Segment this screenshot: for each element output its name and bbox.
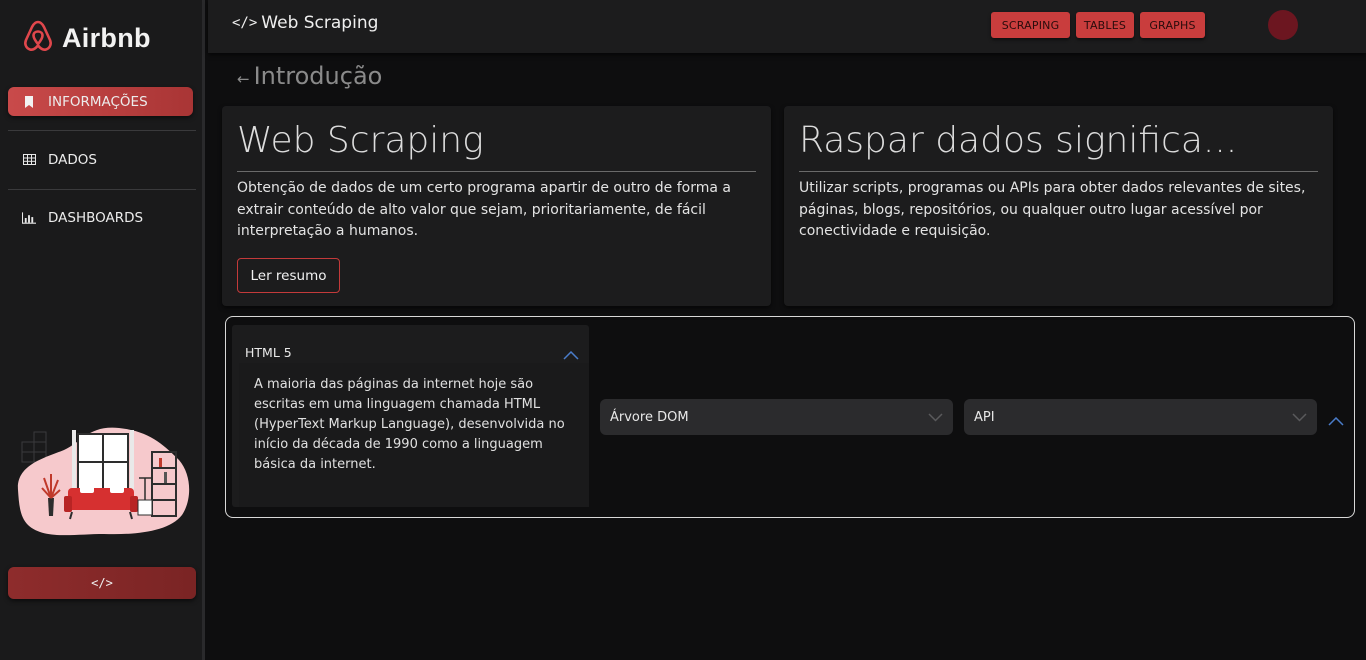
read-summary-button[interactable]: Ler resumo	[237, 258, 340, 293]
sidebar: Airbnb INFORMAÇÕES DADOS DASHBOARDS </>	[0, 0, 205, 660]
card-divider	[799, 171, 1318, 172]
accordion-api[interactable]: API	[964, 399, 1317, 435]
collapse-chevron-icon[interactable]	[1328, 411, 1344, 430]
bar-chart-icon	[22, 211, 36, 225]
card-text: Obtenção de dados de um certo programa a…	[237, 180, 731, 239]
sidebar-item-dashboards[interactable]: DASHBOARDS	[8, 203, 193, 232]
accordion-title: API	[974, 409, 995, 425]
sidebar-item-label: DASHBOARDS	[48, 209, 144, 226]
accordion-title[interactable]: HTML 5	[245, 345, 292, 360]
code-icon: </>	[232, 15, 258, 31]
accordion-panel: HTML 5 A maioria das páginas da internet…	[225, 316, 1355, 518]
tab-graphs[interactable]: GRAPHS	[1140, 12, 1205, 38]
tab-tables[interactable]: TABLES	[1076, 12, 1134, 38]
breadcrumb-label: Introdução	[253, 62, 383, 90]
avatar[interactable]	[1268, 10, 1298, 40]
accordion-title: Árvore DOM	[610, 409, 689, 425]
card-web-scraping: Web Scraping Obtenção de dados de um cer…	[222, 106, 771, 306]
brand[interactable]: Airbnb	[22, 18, 151, 58]
topbar: </> Web Scraping SCRAPING TABLES GRAPHS	[208, 0, 1366, 53]
table-icon	[22, 153, 36, 167]
accordion-html5[interactable]: HTML 5 A maioria das páginas da internet…	[232, 325, 589, 507]
card-title: Web Scraping	[237, 120, 484, 161]
sidebar-divider	[8, 189, 196, 190]
page-title-text: Web Scraping	[261, 13, 379, 33]
sidebar-item-dados[interactable]: DADOS	[8, 145, 193, 174]
accordion-arvore-dom[interactable]: Árvore DOM	[600, 399, 953, 435]
back-arrow-icon[interactable]: ←	[237, 70, 250, 88]
page-title: </> Web Scraping	[232, 13, 378, 33]
living-room-illustration	[14, 420, 194, 545]
airbnb-logo-icon	[22, 18, 54, 58]
sidebar-item-informacoes[interactable]: INFORMAÇÕES	[8, 87, 193, 116]
chevron-down-icon[interactable]	[1292, 411, 1307, 426]
code-button[interactable]: </>	[8, 567, 196, 599]
sidebar-item-label: DADOS	[48, 151, 97, 168]
card-title: Raspar dados significa...	[799, 120, 1238, 161]
card-text: Utilizar scripts, programas ou APIs para…	[799, 180, 1306, 239]
sidebar-item-label: INFORMAÇÕES	[48, 93, 148, 110]
chevron-down-icon[interactable]	[928, 411, 943, 426]
tab-scraping[interactable]: SCRAPING	[991, 12, 1070, 38]
brand-name: Airbnb	[62, 22, 151, 53]
chevron-up-icon[interactable]	[563, 345, 579, 364]
card-divider	[237, 171, 756, 172]
accordion-body: A maioria das páginas da internet hoje s…	[239, 363, 589, 507]
breadcrumb[interactable]: ← Introdução	[237, 62, 382, 90]
bookmark-icon	[22, 95, 36, 109]
card-raspar-dados: Raspar dados significa... Utilizar scrip…	[784, 106, 1333, 306]
sidebar-divider	[8, 130, 196, 131]
